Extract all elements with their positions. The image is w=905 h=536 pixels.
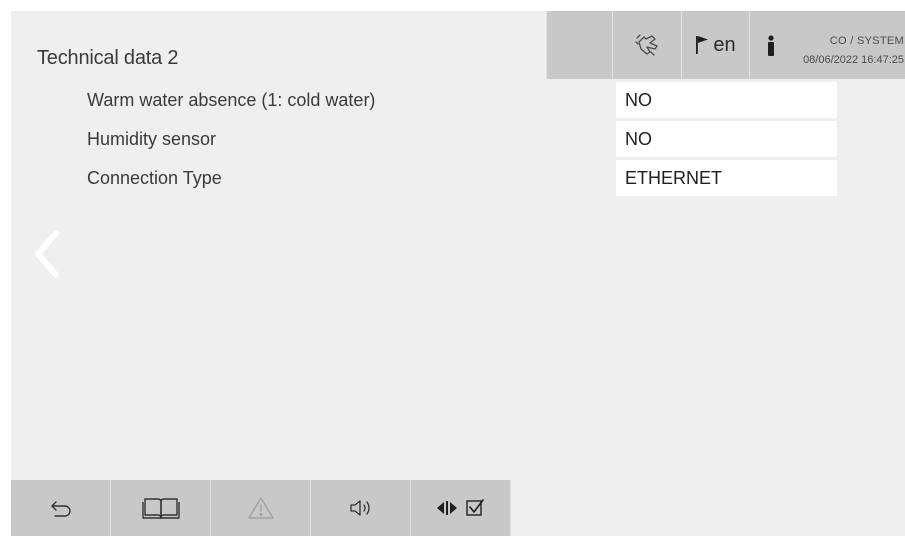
value-field-warm-water-absence[interactable]: NO bbox=[616, 82, 837, 118]
alarms-button[interactable] bbox=[211, 480, 311, 536]
header-spacer-panel bbox=[546, 11, 612, 79]
user-info-panel[interactable]: CO / SYSTEM 08/06/2022 16:47:25 bbox=[749, 11, 905, 79]
book-icon bbox=[141, 498, 180, 519]
hand-touch-icon bbox=[635, 34, 658, 56]
manual-button[interactable] bbox=[111, 480, 211, 536]
touch-mode-button[interactable] bbox=[612, 11, 681, 79]
chevron-left-icon bbox=[35, 230, 59, 278]
undo-button[interactable] bbox=[11, 480, 111, 536]
row-label-warm-water-absence: Warm water absence (1: cold water) bbox=[87, 90, 376, 110]
warning-triangle-icon bbox=[247, 497, 274, 519]
value-field-connection-type[interactable]: ETHERNET bbox=[616, 160, 837, 196]
user-name: CO / SYSTEM bbox=[829, 35, 904, 47]
header: Technical data 2 en CO / SYSTEM 08/06/20… bbox=[11, 11, 905, 79]
footer-toolbar bbox=[11, 480, 905, 536]
page-title: Technical data 2 bbox=[37, 47, 179, 69]
speaker-icon bbox=[349, 500, 370, 516]
selection-button[interactable] bbox=[411, 480, 511, 536]
table-row: Warm water absence (1: cold water) NO bbox=[11, 82, 905, 118]
arrows-checkbox-icon bbox=[436, 499, 484, 516]
system-datetime: 08/06/2022 16:47:25 bbox=[803, 54, 904, 66]
undo-arrow-icon bbox=[50, 501, 71, 517]
flag-icon bbox=[696, 36, 709, 54]
back-page-button[interactable] bbox=[32, 229, 62, 284]
row-label-humidity-sensor: Humidity sensor bbox=[87, 129, 217, 149]
value-field-humidity-sensor[interactable]: NO bbox=[616, 121, 837, 157]
table-row: Humidity sensor NO bbox=[11, 121, 905, 157]
language-code: en bbox=[713, 33, 736, 56]
row-label-connection-type: Connection Type bbox=[87, 168, 222, 188]
language-button[interactable]: en bbox=[681, 11, 749, 79]
screen: Technical data 2 en CO / SYSTEM 08/06/20… bbox=[11, 11, 905, 536]
volume-button[interactable] bbox=[311, 480, 411, 536]
table-row: Connection Type ETHERNET bbox=[11, 160, 905, 196]
person-icon bbox=[768, 35, 774, 56]
